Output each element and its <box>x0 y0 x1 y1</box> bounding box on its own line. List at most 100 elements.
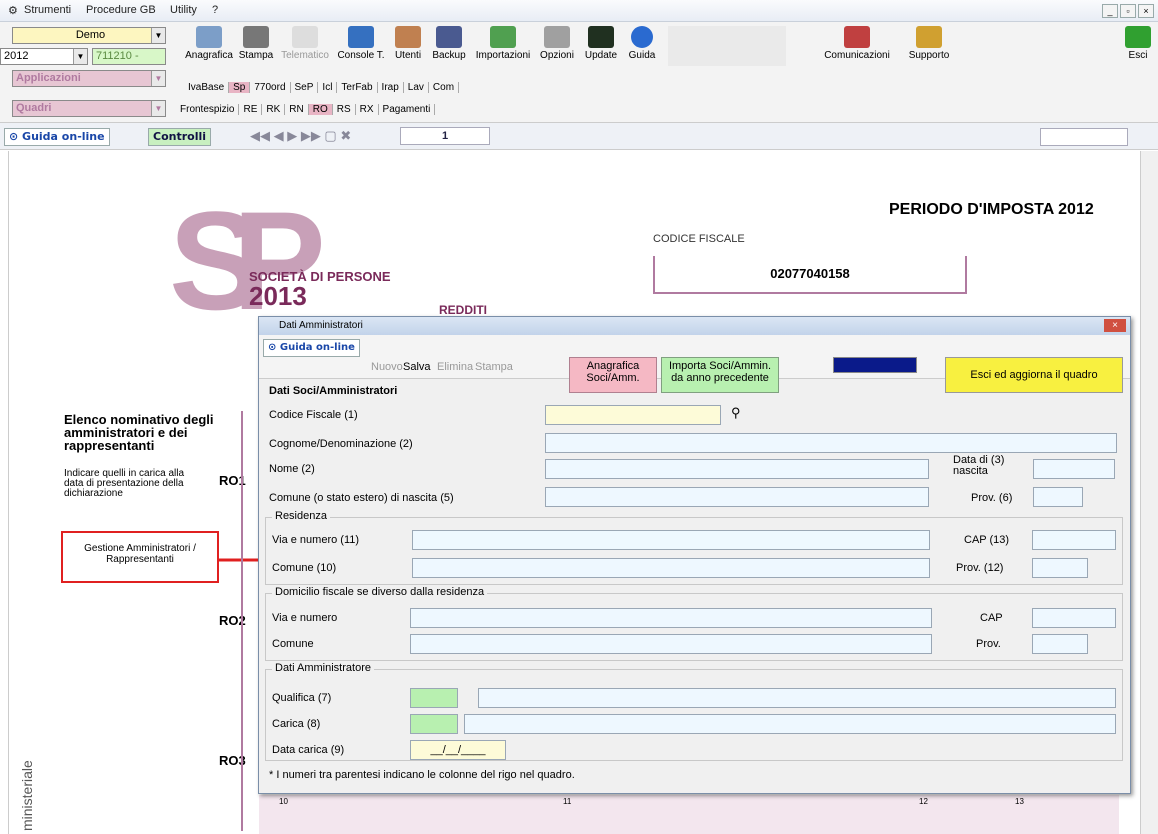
app-icon[interactable]: ⚙ <box>8 4 18 17</box>
tab-rn[interactable]: RN <box>285 104 309 115</box>
via-domicilio-input[interactable] <box>410 608 932 628</box>
menu-strumenti[interactable]: Strumenti <box>24 4 71 16</box>
tab-sep[interactable]: SeP <box>290 82 319 93</box>
controlli-button[interactable]: Controlli <box>148 128 212 146</box>
nuovo-button[interactable]: Nuovo <box>371 361 403 373</box>
exit-icon <box>1125 26 1151 48</box>
comune-nascita-input[interactable] <box>545 487 929 507</box>
anagrafica-soci-button[interactable]: Anagrafica Soci/Amm. <box>569 357 657 393</box>
tab-com[interactable]: Com <box>428 82 460 93</box>
tab-irap[interactable]: Irap <box>377 82 404 93</box>
comune-residenza-input[interactable] <box>412 558 930 578</box>
qualifica-desc-input[interactable] <box>478 688 1116 708</box>
dialog-guida-button[interactable]: ⊙ Guida on-line <box>263 339 360 357</box>
console-button[interactable]: Console T. <box>334 26 388 66</box>
tabs-quadri: Frontespizio RE RK RN RO RS RX Pagamenti <box>176 102 436 118</box>
esci-aggiorna-button[interactable]: Esci ed aggiorna il quadro <box>945 357 1123 393</box>
comune-domicilio-input[interactable] <box>410 634 932 654</box>
anagrafica-button[interactable]: Anagrafica <box>184 26 234 66</box>
menu-utility[interactable]: Utility <box>170 4 197 16</box>
backup-button[interactable]: Backup <box>428 26 470 66</box>
prov-residenza-input[interactable] <box>1032 558 1088 578</box>
data-carica-input[interactable]: __/__/____ <box>410 740 506 760</box>
restore-icon[interactable]: ▫ <box>1120 4 1136 18</box>
nome-label: Nome (2) <box>269 463 315 475</box>
minimize-icon[interactable]: _ <box>1102 4 1118 18</box>
indicare-text: Indicare quelli in carica alla data di p… <box>64 468 185 499</box>
page-nav-arrows[interactable]: ◀◀ ◀ ▶ ▶▶ ▢ ✖ <box>250 128 351 144</box>
esci-button[interactable]: Esci <box>1124 26 1152 66</box>
carica-code-input[interactable] <box>410 714 458 734</box>
salva-button[interactable]: Salva <box>403 361 431 373</box>
tab-ivabase[interactable]: IvaBase <box>184 82 230 93</box>
telematico-button[interactable]: Telematico <box>278 26 332 66</box>
cap-residenza-input[interactable] <box>1032 530 1116 550</box>
section-title: Dati Soci/Amministratori <box>269 385 398 397</box>
close-icon[interactable]: × <box>1104 319 1126 332</box>
residenza-group: Residenza Via e numero (11) CAP (13) Com… <box>265 510 1123 585</box>
prov-domicilio-input[interactable] <box>1032 634 1088 654</box>
cap13-label: CAP (13) <box>964 534 1010 546</box>
supporto-button[interactable]: Supporto <box>898 26 960 66</box>
tab-re[interactable]: RE <box>239 104 263 115</box>
data-nascita-input[interactable] <box>1033 459 1115 479</box>
applicazioni-select[interactable]: Applicazioni ▼ <box>12 70 166 87</box>
menu-bar: ⚙ Strumenti Procedure GB Utility ? _ ▫ × <box>0 0 1158 22</box>
carica-label: Carica (8) <box>272 718 321 730</box>
update-button[interactable]: Update <box>580 26 622 66</box>
comunicazioni-button[interactable]: Comunicazioni <box>818 26 896 66</box>
tab-rx[interactable]: RX <box>355 104 379 115</box>
tab-ro[interactable]: RO <box>308 104 333 115</box>
importa-soci-button[interactable]: Importa Soci/Ammin. da anno precedente <box>661 357 779 393</box>
elimina-button[interactable]: Elimina <box>437 361 473 373</box>
cf-label: CODICE FISCALE <box>653 233 745 245</box>
dati-amministratori-dialog: Dati Amministratori × ⊙ Guida on-line Nu… <box>258 316 1131 794</box>
tab-sp[interactable]: Sp <box>229 82 251 93</box>
tab-lav[interactable]: Lav <box>403 82 429 93</box>
comune-label: Comune <box>272 638 314 650</box>
stampa-button[interactable]: Stampa <box>475 361 513 373</box>
codice-fiscale-input[interactable] <box>545 405 721 425</box>
via-residenza-input[interactable] <box>412 530 930 550</box>
carica-desc-input[interactable] <box>464 714 1116 734</box>
year-label: 2013 <box>249 281 307 311</box>
spacer-block <box>668 26 786 66</box>
gestione-amministratori-button[interactable]: Gestione Amministratori / Rappresentanti <box>61 531 219 583</box>
guida-button[interactable]: Guida <box>624 26 660 66</box>
vertical-scrollbar[interactable] <box>1140 151 1158 834</box>
tab-pagamenti[interactable]: Pagamenti <box>378 104 436 115</box>
nome-input[interactable] <box>545 459 929 479</box>
database-icon <box>436 26 462 48</box>
tab-terfab[interactable]: TerFab <box>337 82 378 93</box>
qualifica-code-input[interactable] <box>410 688 458 708</box>
menu-help[interactable]: ? <box>212 4 218 16</box>
cognome-input[interactable] <box>545 433 1117 453</box>
tabs-applicazioni: IvaBase Sp 770ord SeP Icl TerFab Irap Lav Com <box>184 80 460 96</box>
search-box[interactable] <box>1040 128 1128 146</box>
opzioni-button[interactable]: Opzioni <box>536 26 578 66</box>
menu-procedure[interactable]: Procedure GB <box>86 4 156 16</box>
cap-domicilio-input[interactable] <box>1032 608 1116 628</box>
tab-icl[interactable]: Icl <box>318 82 338 93</box>
guida-online-button[interactable]: ⊙ Guida on-line <box>4 128 110 146</box>
tab-rk[interactable]: RK <box>262 104 286 115</box>
tab-rs[interactable]: RS <box>332 104 356 115</box>
page-number[interactable]: 1 <box>400 127 490 145</box>
prov-nascita-input[interactable] <box>1033 487 1083 507</box>
tab-770ord[interactable]: 770ord <box>250 82 291 93</box>
wrench-icon <box>544 26 570 48</box>
importazioni-button[interactable]: Importazioni <box>472 26 534 66</box>
code-select[interactable]: 711210 - <box>92 48 166 65</box>
close-icon[interactable]: × <box>1138 4 1154 18</box>
utenti-button[interactable]: Utenti <box>390 26 426 66</box>
year-select[interactable]: 2012 ▼ <box>0 48 88 65</box>
company-select[interactable]: Demo ▼ <box>12 27 166 44</box>
record-field[interactable] <box>833 357 917 373</box>
stampa-button[interactable]: Stampa <box>236 26 276 66</box>
search-icon[interactable]: ⚲ <box>731 405 741 421</box>
quadri-select[interactable]: Quadri ▼ <box>12 100 166 117</box>
cf-label: Codice Fiscale (1) <box>269 409 358 421</box>
prov12-label: Prov. (12) <box>956 562 1004 574</box>
tab-frontespizio[interactable]: Frontespizio <box>176 104 240 115</box>
dati-amministratore-group: Dati Amministratore Qualifica (7) Carica… <box>265 662 1123 761</box>
